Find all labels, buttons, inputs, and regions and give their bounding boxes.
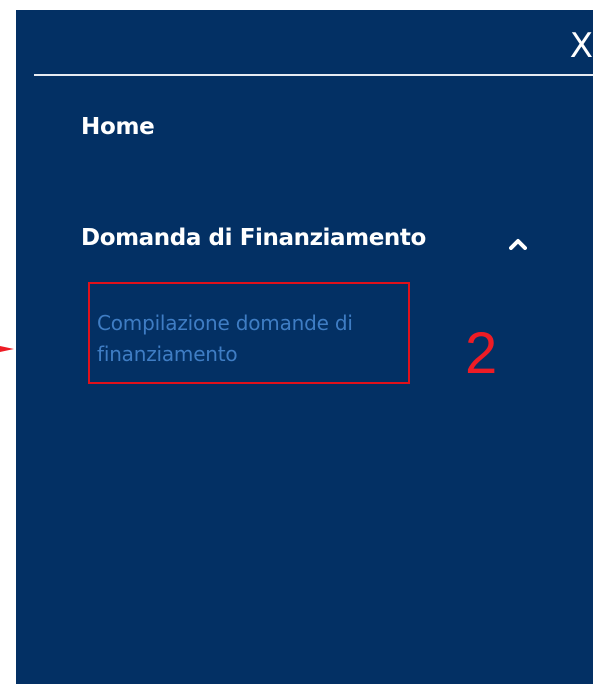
annotation-arrow-icon (0, 346, 14, 352)
nav-item-label: Domanda di Finanziamento (81, 225, 426, 251)
subnav-item-label: Compilazione domande di finanziamento (97, 311, 353, 366)
close-menu-button[interactable]: X (563, 24, 593, 68)
chevron-up-icon[interactable] (509, 238, 527, 250)
annotation-step-number: 2 (465, 321, 498, 386)
nav-item-domanda-di-finanziamento[interactable]: Domanda di Finanziamento (81, 225, 541, 259)
menu-divider (34, 74, 593, 76)
screenshot-stage: X Home Domanda di Finanziamento Compilaz… (0, 0, 593, 684)
side-navigation-menu: X Home Domanda di Finanziamento Compilaz… (16, 10, 593, 684)
nav-item-home[interactable]: Home (81, 114, 155, 140)
subnav-item-compilazione-domande[interactable]: Compilazione domande di finanziamento (88, 282, 410, 384)
